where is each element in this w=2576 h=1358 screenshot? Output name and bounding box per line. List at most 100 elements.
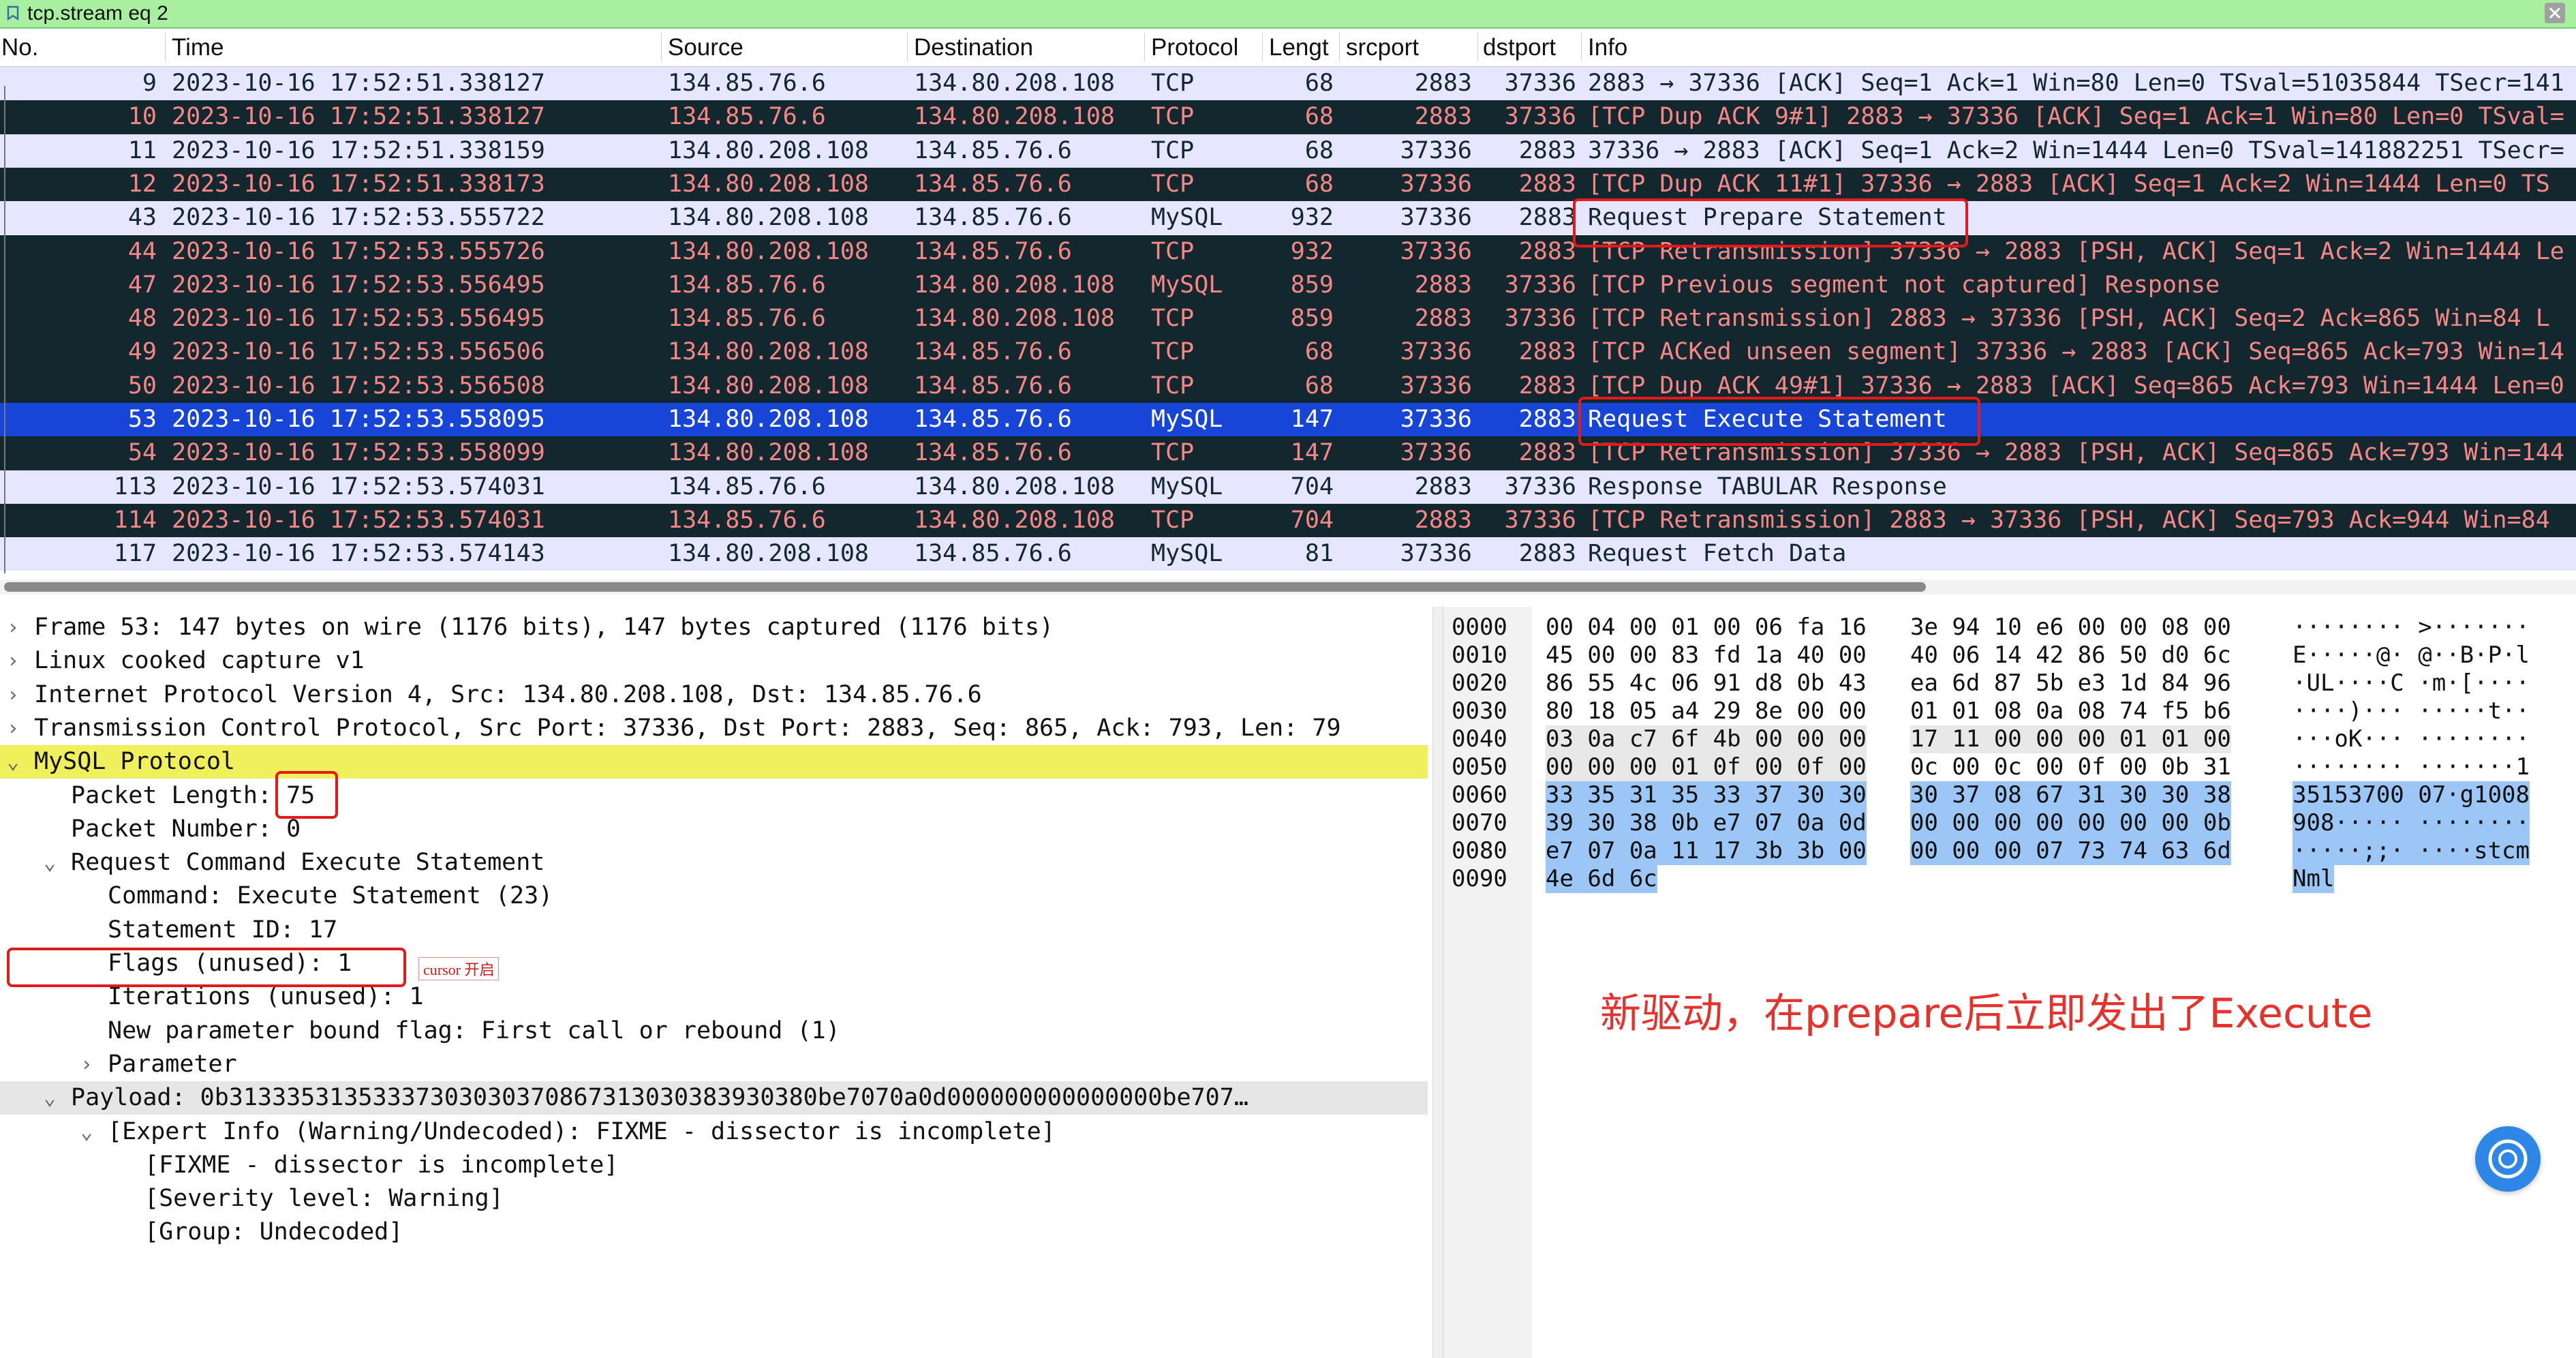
hex-bytes-left[interactable]: 00 00 00 01 0f 00 0f 00 xyxy=(1546,753,1867,781)
bookmark-icon[interactable] xyxy=(5,5,20,20)
hex-bytes-left[interactable]: 33 35 31 35 33 37 30 30 xyxy=(1546,781,1867,809)
column-header-time[interactable]: Time xyxy=(172,34,649,61)
packet-row[interactable]: 48 2023-10-16 17:52:53.556495 134.85.76.6 1… xyxy=(0,302,2576,336)
packet-row[interactable]: 43 2023-10-16 17:52:53.555722 134.80.208.1… xyxy=(0,201,2576,235)
display-filter-input[interactable] xyxy=(26,2,2482,25)
hex-ascii[interactable]: ·····;;· ····stcm xyxy=(2293,837,2530,865)
packet-row[interactable]: 10 2023-10-16 17:52:51.338127 134.85.76.6 1… xyxy=(0,100,2576,134)
packet-row[interactable]: 117 2023-10-16 17:52:53.574143 134.80.208.… xyxy=(0,537,2576,571)
hex-bytes-left[interactable]: 80 18 05 a4 29 8e 00 00 xyxy=(1546,697,1867,725)
column-header-dstport[interactable]: dstport xyxy=(1483,34,1585,61)
packet-row[interactable]: 54 2023-10-16 17:52:53.558099 134.80.208.1… xyxy=(0,436,2576,470)
expand-chevron-icon[interactable]: › xyxy=(7,644,19,678)
column-header-destination[interactable]: Destination xyxy=(914,34,1139,61)
hex-bytes-right[interactable]: 3e 94 10 e6 00 00 08 00 xyxy=(1910,614,2231,642)
hex-bytes-right[interactable]: 17 11 00 00 00 01 01 00 xyxy=(1910,725,2231,753)
expand-chevron-icon[interactable]: ⌄ xyxy=(44,846,56,879)
detail-tree-item[interactable]: Packet Length: 75 xyxy=(0,779,1428,813)
hex-bytes-left[interactable]: e7 07 0a 11 17 3b 3b 00 xyxy=(1546,837,1867,865)
packet-cell-no: 50 xyxy=(127,372,157,399)
hex-offset: 0010 xyxy=(1452,642,1507,669)
detail-tree-item[interactable]: › Frame 53: 147 bytes on wire (1176 bits)… xyxy=(0,611,1428,644)
expand-chevron-icon[interactable]: ⌄ xyxy=(44,1081,56,1115)
detail-tree-text: New parameter bound flag: First call or … xyxy=(108,1016,840,1044)
packet-cell-dst: 134.80.208.108 xyxy=(914,506,1116,534)
packet-row[interactable]: 9 2023-10-16 17:52:51.338127 134.85.76.6 13… xyxy=(0,67,2576,101)
column-header-info[interactable]: Info xyxy=(1588,34,1724,61)
expand-chevron-icon[interactable]: ⌄ xyxy=(80,1115,93,1149)
hex-ascii[interactable]: ····)··· ·····t·· xyxy=(2293,697,2530,725)
detail-tree-item[interactable]: › Linux cooked capture v1 xyxy=(0,644,1428,678)
packet-cell-dport: 2883 xyxy=(1518,136,1576,164)
detail-tree-text: Request Command Execute Statement xyxy=(71,849,545,877)
hex-bytes-left[interactable]: 86 55 4c 06 91 d8 0b 43 xyxy=(1546,669,1867,697)
hex-bytes-left[interactable]: 03 0a c7 6f 4b 00 00 00 xyxy=(1546,725,1867,753)
packet-row[interactable]: 53 2023-10-16 17:52:53.558095 134.80.208.1… xyxy=(0,403,2576,437)
detail-tree-item[interactable]: [Group: Undecoded] xyxy=(0,1216,1428,1249)
packet-cell-len: 932 xyxy=(1290,237,1334,265)
detail-tree-item[interactable]: › Transmission Control Protocol, Src Port… xyxy=(0,712,1428,745)
detail-tree-item[interactable]: › Internet Protocol Version 4, Src: 134.8… xyxy=(0,678,1428,712)
detail-tree-item[interactable]: ⌄ MySQL Protocol xyxy=(0,745,1428,779)
hex-ascii[interactable]: ·UL····C ·m·[···· xyxy=(2293,669,2530,697)
hex-bytes-left[interactable]: 4e 6d 6c xyxy=(1546,865,1657,893)
column-header-srcport[interactable]: srcport xyxy=(1346,34,1475,61)
packet-cell-src: 134.85.76.6 xyxy=(668,305,826,333)
packet-row[interactable]: 11 2023-10-16 17:52:51.338159 134.80.208.1… xyxy=(0,134,2576,168)
packet-row[interactable]: 113 2023-10-16 17:52:53.574031 134.85.76.6… xyxy=(0,470,2576,504)
column-header-length[interactable]: Lengt xyxy=(1269,34,1337,61)
hex-bytes-right[interactable]: 01 01 08 0a 08 74 f5 b6 xyxy=(1910,697,2231,725)
detail-tree-item[interactable]: Statement ID: 17 xyxy=(0,914,1428,947)
detail-tree-item[interactable]: › Parameter xyxy=(0,1048,1428,1081)
detail-tree-item[interactable]: Packet Number: 0 xyxy=(0,813,1428,846)
pane-divider[interactable] xyxy=(1432,607,1443,1358)
packet-row[interactable]: 114 2023-10-16 17:52:53.574031 134.85.76.6… xyxy=(0,503,2576,538)
packet-cell-len: 147 xyxy=(1290,406,1334,433)
hex-bytes-right[interactable]: 00 00 00 07 73 74 63 6d xyxy=(1910,837,2231,865)
hex-bytes-right[interactable]: 0c 00 0c 00 0f 00 0b 31 xyxy=(1910,753,2231,781)
hex-ascii[interactable]: E·····@· @··B·P·l xyxy=(2293,642,2530,669)
hex-ascii[interactable]: ········ >······· xyxy=(2293,614,2530,642)
detail-tree-item[interactable]: ⌄ [Expert Info (Warning/Undecoded): FIXME… xyxy=(0,1115,1428,1149)
column-header-source[interactable]: Source xyxy=(668,34,900,61)
column-header-no[interactable]: No. xyxy=(1,34,70,61)
hex-bytes-right[interactable]: ea 6d 87 5b e3 1d 84 96 xyxy=(1910,669,2231,697)
column-header-protocol[interactable]: Protocol xyxy=(1151,34,1260,61)
hex-bytes-left[interactable]: 45 00 00 83 fd 1a 40 00 xyxy=(1546,642,1867,669)
detail-tree-item[interactable]: Command: Execute Statement (23) xyxy=(0,879,1428,913)
hex-bytes-left[interactable]: 00 04 00 01 00 06 fa 16 xyxy=(1546,614,1867,642)
packet-list-scrollbar[interactable] xyxy=(0,579,2576,594)
packet-list-header: No. Time Source Destination Protocol Len… xyxy=(0,29,2576,67)
hex-bytes-right[interactable]: 00 00 00 00 00 00 00 0b xyxy=(1910,809,2231,837)
detail-tree-item[interactable]: New parameter bound flag: First call or … xyxy=(0,1014,1428,1048)
detail-tree-text: Internet Protocol Version 4, Src: 134.80… xyxy=(34,680,982,708)
hex-ascii[interactable]: ········ ·······1 xyxy=(2293,753,2530,781)
detail-tree-item[interactable]: [FIXME - dissector is incomplete] xyxy=(0,1149,1428,1182)
expand-chevron-icon[interactable]: › xyxy=(80,1048,93,1081)
expand-chevron-icon[interactable]: › xyxy=(7,712,19,745)
help-bot-icon[interactable] xyxy=(2475,1126,2541,1192)
packet-row[interactable]: 44 2023-10-16 17:52:53.555726 134.80.208.1… xyxy=(0,235,2576,269)
packet-cell-dport: 37336 xyxy=(1504,70,1576,97)
packet-row[interactable]: 12 2023-10-16 17:52:51.338173 134.80.208.1… xyxy=(0,167,2576,202)
hex-offset: 0040 xyxy=(1452,725,1507,753)
detail-tree-item[interactable]: ⌄ Payload: 0b3133353135333730303037086731… xyxy=(0,1081,1428,1115)
hex-ascii[interactable]: 908····· ········ xyxy=(2293,809,2530,837)
detail-tree-item[interactable]: ⌄ Request Command Execute Statement xyxy=(0,846,1428,879)
packet-cell-time: 2023-10-16 17:52:53.574031 xyxy=(172,506,545,534)
hex-ascii[interactable]: Nml xyxy=(2293,865,2335,893)
detail-tree-item[interactable]: [Severity level: Warning] xyxy=(0,1182,1428,1216)
hex-ascii[interactable]: ···oK··· ········ xyxy=(2293,725,2530,753)
hex-bytes-right[interactable]: 30 37 08 67 31 30 30 38 xyxy=(1910,781,2231,809)
packet-row[interactable]: 47 2023-10-16 17:52:53.556495 134.85.76.6 1… xyxy=(0,268,2576,303)
expand-chevron-icon[interactable]: › xyxy=(7,611,19,644)
hex-bytes-left[interactable]: 39 30 38 0b e7 07 0a 0d xyxy=(1546,809,1867,837)
conversation-bracket xyxy=(4,86,12,573)
expand-chevron-icon[interactable]: › xyxy=(7,678,19,712)
clear-filter-icon[interactable] xyxy=(2545,3,2565,23)
expand-chevron-icon[interactable]: ⌄ xyxy=(7,745,19,779)
hex-bytes-right[interactable]: 40 06 14 42 86 50 d0 6c xyxy=(1910,642,2231,669)
hex-ascii[interactable]: 35153700 07·g1008 xyxy=(2293,781,2530,809)
packet-row[interactable]: 49 2023-10-16 17:52:53.556506 134.80.208.1… xyxy=(0,335,2576,369)
packet-row[interactable]: 50 2023-10-16 17:52:53.556508 134.80.208.1… xyxy=(0,369,2576,403)
